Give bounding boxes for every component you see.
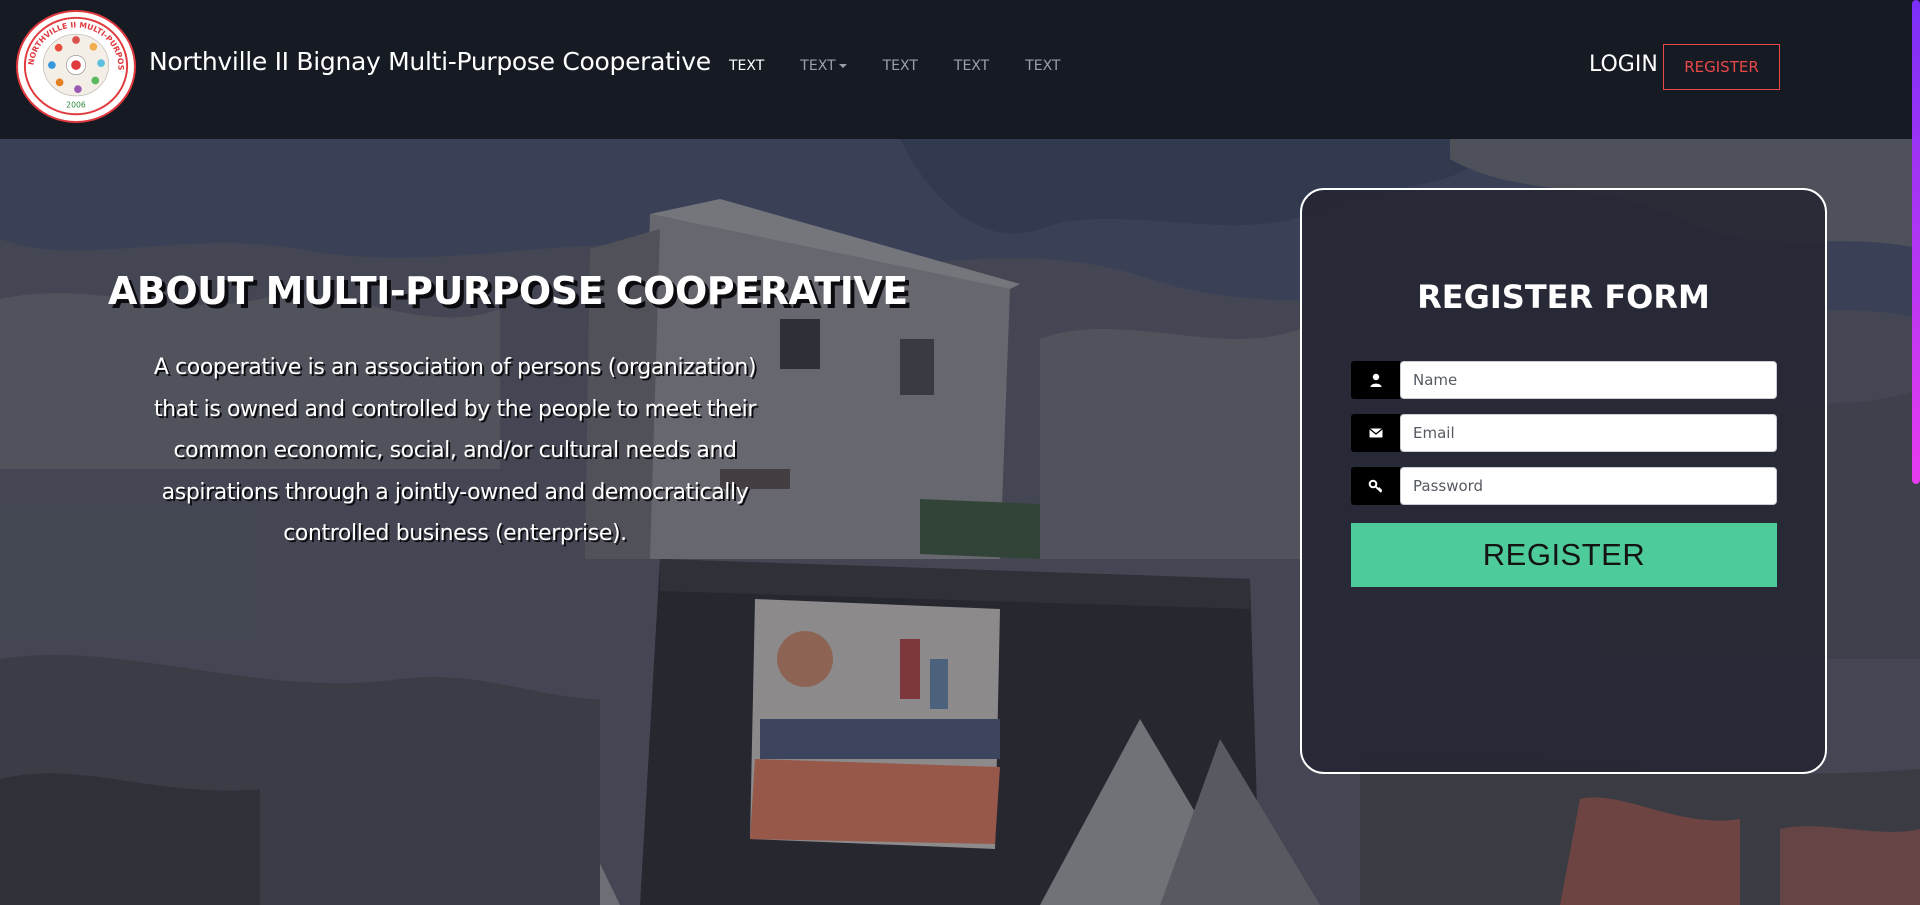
login-link[interactable]: LOGIN [1589,52,1658,77]
name-field-group [1351,361,1777,399]
name-input[interactable] [1400,361,1777,399]
logo-emblem-icon: NORTHVILLE II MULTI-PURPOSE COOPERATIVE … [18,12,131,118]
page-scrollbar[interactable] [1912,0,1920,484]
hero-section: ABOUT MULTI-PURPOSE COOPERATIVE A cooper… [0,139,1920,905]
register-form-card: REGISTER FORM REGISTER [1300,188,1827,774]
user-icon [1351,361,1400,399]
svg-text:2006: 2006 [66,100,86,109]
nav-link-4[interactable]: TEXT [954,58,989,74]
nav-link-2-label: TEXT [800,58,836,74]
register-form-title: REGISTER FORM [1417,278,1710,316]
register-nav-button[interactable]: REGISTER [1663,44,1780,90]
about-description: A cooperative is an association of perso… [153,355,757,546]
brand-name[interactable]: Northville II Bignay Multi-Purpose Coope… [149,47,711,76]
caret-down-icon [838,64,847,68]
key-icon [1351,467,1400,505]
envelope-icon [1351,414,1400,452]
email-input[interactable] [1400,414,1777,452]
nav-link-3[interactable]: TEXT [883,58,918,74]
email-field-group [1351,414,1777,452]
password-input[interactable] [1400,467,1777,505]
main-nav: TEXT TEXT TEXT TEXT TEXT [729,58,1096,74]
nav-link-2-dropdown[interactable]: TEXT [800,58,847,74]
nav-link-5[interactable]: TEXT [1025,58,1060,74]
about-title: ABOUT MULTI-PURPOSE COOPERATIVE [108,269,908,313]
password-field-group [1351,467,1777,505]
register-submit-button[interactable]: REGISTER [1351,523,1777,587]
navbar: NORTHVILLE II MULTI-PURPOSE COOPERATIVE … [0,0,1920,139]
cooperative-logo[interactable]: NORTHVILLE II MULTI-PURPOSE COOPERATIVE … [16,10,136,123]
nav-link-1[interactable]: TEXT [729,58,764,74]
